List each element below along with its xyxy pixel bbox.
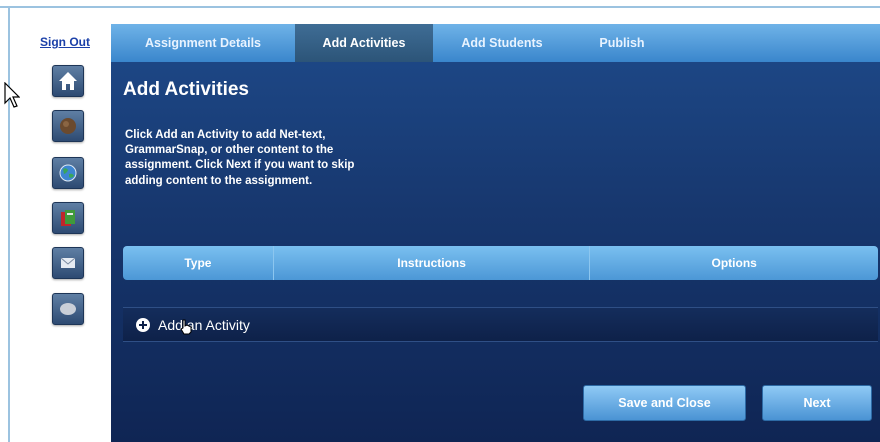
tab-assignment-details[interactable]: Assignment Details [111,24,295,62]
next-button[interactable]: Next [762,385,872,421]
main-panel: Assignment Details Add Activities Add St… [111,24,880,442]
activities-table-header: Type Instructions Options [123,246,878,280]
tab-add-activities[interactable]: Add Activities [295,24,433,62]
plus-circle-icon[interactable] [136,317,150,332]
book-icon[interactable] [52,202,84,234]
add-activity-row[interactable]: Add an Activity [123,307,878,342]
mail-icon[interactable] [52,247,84,279]
globe-icon[interactable] [52,157,84,189]
page-title: Add Activities [123,79,249,100]
frame-border-left [8,6,10,442]
sign-out-link[interactable]: Sign Out [40,35,90,49]
chat-icon[interactable] [52,293,84,325]
tab-bar: Assignment Details Add Activities Add St… [111,24,880,62]
nettext-icon[interactable] [52,110,84,142]
column-header-type: Type [184,256,212,270]
column-header-options: Options [589,246,878,280]
tab-add-students[interactable]: Add Students [433,24,571,62]
save-and-close-button[interactable]: Save and Close [583,385,746,421]
instructions-text: Click Add an Activity to add Net-text, G… [125,129,355,187]
home-icon[interactable] [52,65,84,97]
hand-cursor-icon [180,319,192,335]
column-header-instructions: Instructions [272,246,590,280]
frame-border-top [0,6,880,8]
add-activity-link[interactable]: Add an Activity [158,317,250,333]
tab-publish[interactable]: Publish [571,24,673,62]
sidebar: Sign Out [14,20,104,440]
